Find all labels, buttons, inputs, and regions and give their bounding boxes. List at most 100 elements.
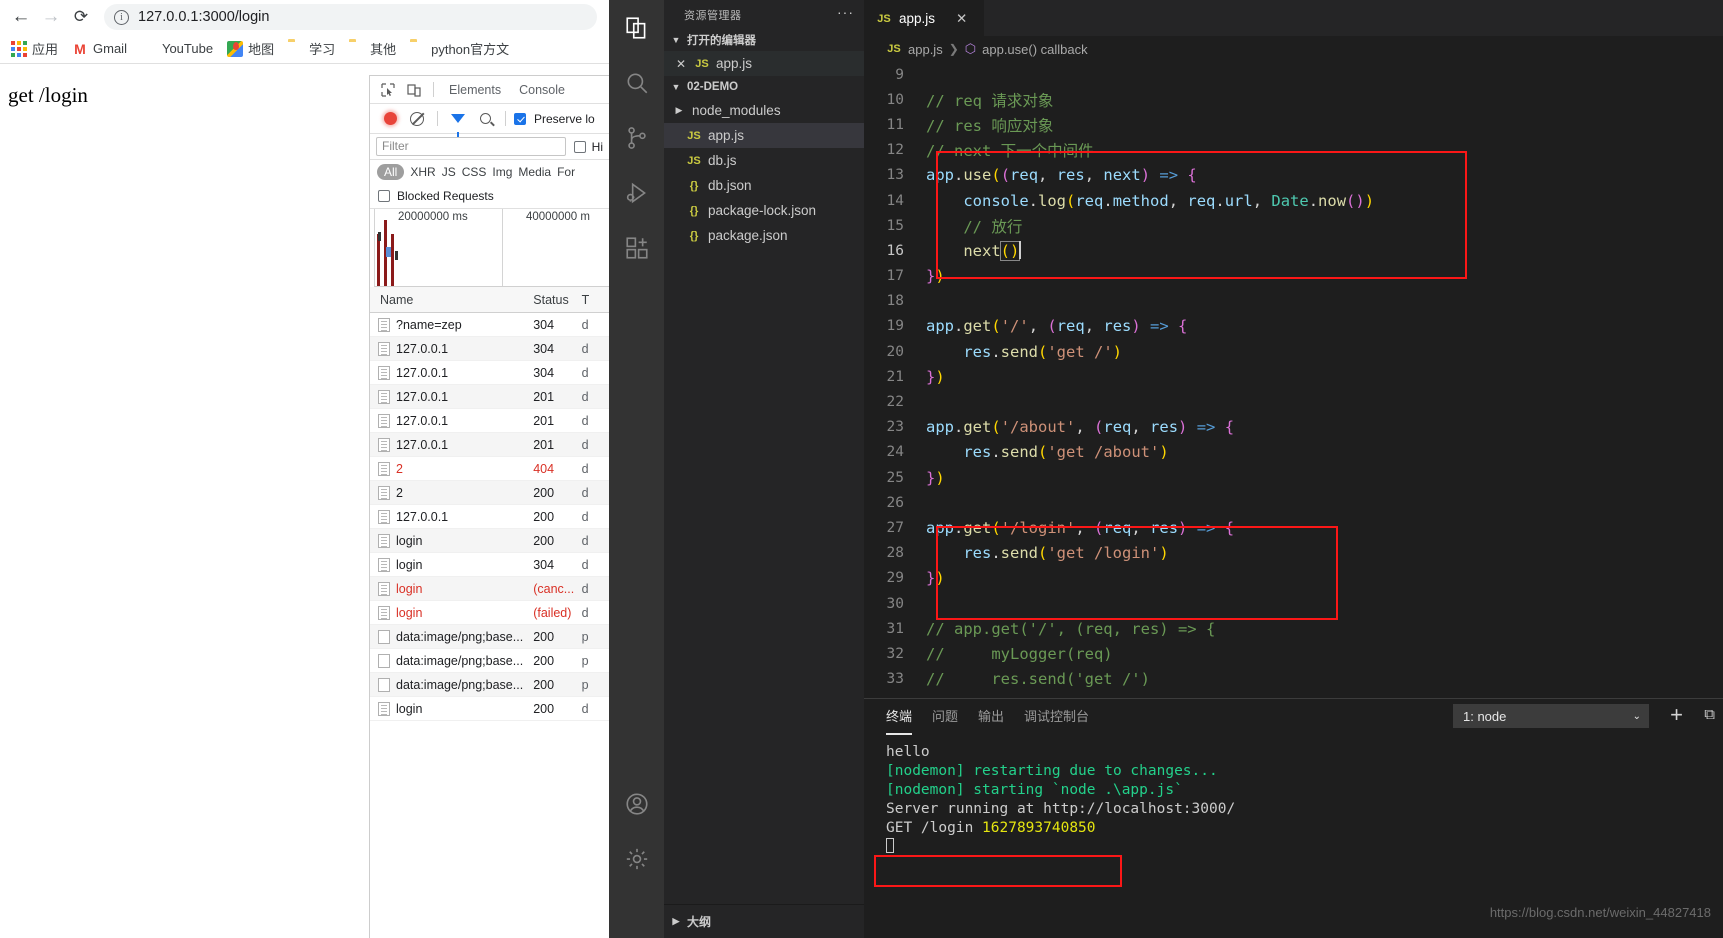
filter-font[interactable]: For [557, 165, 575, 179]
filter-input[interactable]: Filter [376, 137, 566, 156]
accounts-icon[interactable] [609, 776, 664, 831]
source-control-icon[interactable] [609, 110, 664, 165]
table-row[interactable]: 127.0.0.1 201 d [370, 433, 609, 457]
table-row[interactable]: data:image/png;base... 200 p [370, 673, 609, 697]
file-package-lock-json[interactable]: {} package-lock.json [664, 198, 864, 223]
code-line[interactable]: 19 app.get('/', (req, res) => { [864, 314, 1723, 339]
table-row[interactable]: login (canc... d [370, 577, 609, 601]
record-button[interactable] [378, 108, 402, 130]
hide-data-urls-checkbox[interactable] [573, 140, 586, 153]
filter-media[interactable]: Media [518, 165, 551, 179]
bookmark-apps[interactable]: 应用 [4, 37, 65, 60]
address-bar[interactable]: i 127.0.0.1:3000/login [104, 4, 597, 30]
table-row[interactable]: login 200 d [370, 697, 609, 721]
code-line[interactable]: 30 [864, 591, 1723, 616]
code-line[interactable]: 21}) [864, 364, 1723, 389]
run-debug-icon[interactable] [609, 165, 664, 220]
new-terminal-button[interactable]: + [1670, 702, 1683, 728]
table-row[interactable]: login (failed) d [370, 601, 609, 625]
section-project-root[interactable]: ▼ 02-DEMO [664, 76, 864, 98]
panel-tab-problems[interactable]: 问题 [932, 706, 958, 727]
filter-css[interactable]: CSS [462, 165, 487, 179]
bookmark-youtube[interactable]: YouTube [134, 39, 220, 59]
breadcrumb-file[interactable]: app.js [908, 42, 943, 57]
forward-button[interactable]: → [36, 2, 66, 32]
code-line[interactable]: 24 res.send('get /about') [864, 440, 1723, 465]
network-requests-table[interactable]: Name Status T ?name=zep 304 d 127.0.0.1 304 d… [370, 287, 609, 721]
filter-js[interactable]: JS [442, 165, 456, 179]
table-row[interactable]: ?name=zep 304 d [370, 313, 609, 337]
bookmark-maps[interactable]: 地图 [220, 37, 281, 60]
file-node-modules[interactable]: ▶ node_modules [664, 98, 864, 123]
code-line[interactable]: 17}) [864, 264, 1723, 289]
split-terminal-button[interactable]: ⧉ [1704, 706, 1715, 723]
code-line[interactable]: 15 // 放行 [864, 213, 1723, 238]
blocked-requests-checkbox[interactable] [378, 190, 390, 202]
table-row[interactable]: 2 404 d [370, 457, 609, 481]
code-line[interactable]: 16 next() [864, 238, 1723, 263]
search-icon[interactable] [473, 108, 497, 130]
section-outline[interactable]: ▶ 大纲 [664, 904, 864, 938]
tab-elements[interactable]: Elements [441, 77, 509, 103]
more-actions-icon[interactable]: ··· [837, 4, 854, 20]
panel-tab-terminal[interactable]: 终端 [886, 706, 913, 735]
clear-button[interactable] [405, 108, 429, 130]
column-header-status[interactable]: Status [533, 293, 581, 307]
panel-tab-debug-console[interactable]: 调试控制台 [1024, 706, 1089, 727]
settings-gear-icon[interactable] [609, 831, 664, 886]
code-line[interactable]: 25}) [864, 465, 1723, 490]
table-row[interactable]: 127.0.0.1 304 d [370, 361, 609, 385]
code-line[interactable]: 12 // next 下一个中间件 [864, 138, 1723, 163]
terminal-selector-dropdown[interactable]: 1: node ⌄ [1453, 704, 1649, 728]
code-line[interactable]: 11 // res 响应对象 [864, 112, 1723, 137]
extensions-icon[interactable] [609, 220, 664, 275]
code-editor[interactable]: 9 10 // req 请求对象 11 // res 响应对象 12 // next 下一个… [864, 62, 1723, 698]
code-line[interactable]: 13 app.use((req, res, next) => { [864, 163, 1723, 188]
close-icon[interactable]: ✕ [674, 57, 688, 71]
code-line[interactable]: 29}) [864, 566, 1723, 591]
table-row[interactable]: 127.0.0.1 201 d [370, 385, 609, 409]
search-icon[interactable] [609, 55, 664, 110]
back-button[interactable]: ← [6, 2, 36, 32]
code-line[interactable]: 22 [864, 389, 1723, 414]
code-line[interactable]: 14 console.log(req.method, req.url, Date… [864, 188, 1723, 213]
column-header-name[interactable]: Name [370, 293, 533, 307]
code-line[interactable]: 26 [864, 490, 1723, 515]
section-open-editors[interactable]: ▼ 打开的编辑器 [664, 29, 864, 51]
table-row[interactable]: 127.0.0.1 201 d [370, 409, 609, 433]
code-line[interactable]: 10 // req 请求对象 [864, 87, 1723, 112]
table-row[interactable]: data:image/png;base... 200 p [370, 625, 609, 649]
filter-xhr[interactable]: XHR [410, 165, 435, 179]
editor-tab-app-js[interactable]: JS app.js ✕ [864, 0, 984, 36]
open-editor-app-js[interactable]: ✕ JS app.js [664, 51, 864, 76]
close-icon[interactable]: ✕ [956, 11, 967, 27]
table-row[interactable]: 2 200 d [370, 481, 609, 505]
table-row[interactable]: login 200 d [370, 529, 609, 553]
table-row[interactable]: 127.0.0.1 200 d [370, 505, 609, 529]
bookmark-gmail[interactable]: M Gmail [65, 39, 134, 59]
code-line[interactable]: 33 // res.send('get /') [864, 667, 1723, 692]
file-package-json[interactable]: {} package.json [664, 223, 864, 248]
file-db-js[interactable]: JS db.js [664, 148, 864, 173]
code-line[interactable]: 28 res.send('get /login') [864, 541, 1723, 566]
tab-console[interactable]: Console [511, 77, 573, 103]
filter-img[interactable]: Img [492, 165, 512, 179]
table-row[interactable]: data:image/png;base... 200 p [370, 649, 609, 673]
device-toolbar-icon[interactable] [402, 79, 426, 101]
table-row[interactable]: 127.0.0.1 304 d [370, 337, 609, 361]
network-overview-timeline[interactable]: 20000000 ms 40000000 m [374, 209, 609, 287]
code-line[interactable]: 31 // app.get('/', (req, res) => { [864, 616, 1723, 641]
explorer-icon[interactable] [609, 0, 664, 55]
filter-all[interactable]: All [377, 164, 405, 180]
table-row[interactable]: login 304 d [370, 553, 609, 577]
bookmark-folder-study[interactable]: 学习 [281, 37, 342, 60]
bookmark-folder-other[interactable]: 其他 [342, 37, 403, 60]
bookmark-folder-python[interactable]: python官方文 [403, 37, 516, 60]
file-app-js[interactable]: JS app.js [664, 123, 864, 148]
column-header-type[interactable]: T [582, 293, 609, 307]
code-line[interactable]: 9 [864, 62, 1723, 87]
filter-icon[interactable] [446, 108, 470, 137]
code-line[interactable]: 20 res.send('get /') [864, 339, 1723, 364]
preserve-log-checkbox[interactable] [514, 112, 526, 125]
file-db-json[interactable]: {} db.json [664, 173, 864, 198]
